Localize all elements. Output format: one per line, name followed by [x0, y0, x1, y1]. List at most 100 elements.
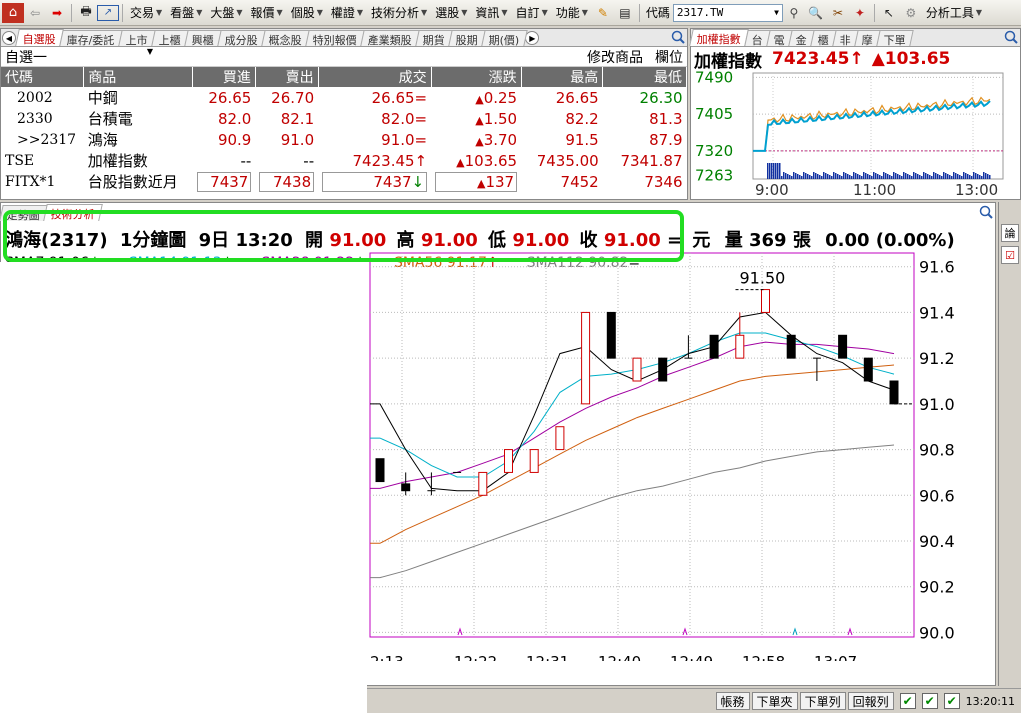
index-volume-bar	[831, 176, 833, 179]
tab-prev-icon[interactable]: ◀	[2, 31, 16, 45]
candle-body[interactable]	[375, 458, 385, 483]
pencil-icon[interactable]: ✎	[592, 2, 614, 24]
status-button-0[interactable]: 帳務	[715, 692, 750, 710]
tab-watchlist-2[interactable]: 上市	[118, 30, 156, 47]
status-button-1[interactable]: 下單夾	[751, 692, 798, 710]
cell-low: 81.3	[649, 109, 683, 128]
checklist-icon[interactable]: ☑	[1001, 246, 1019, 264]
column-header[interactable]: 最高	[521, 67, 604, 87]
zoom-icon[interactable]	[671, 30, 685, 47]
window-icon[interactable]: ↗	[97, 4, 119, 21]
menu-0[interactable]: 交易 ▼	[126, 2, 166, 24]
gear-icon[interactable]: ⚙	[900, 2, 922, 24]
candle-body[interactable]	[478, 471, 488, 496]
tab-watchlist-7[interactable]: 特別報價	[305, 30, 365, 47]
tab-index-7[interactable]: 下單	[876, 30, 914, 47]
columns-button[interactable]: 欄位	[655, 47, 683, 67]
candle-body[interactable]	[504, 449, 513, 473]
tab-chart-0[interactable]: 走勢圖	[0, 205, 48, 222]
column-header[interactable]: 買進	[192, 67, 256, 87]
candle-body[interactable]	[581, 311, 591, 405]
checkbox-3[interactable]: ✔	[943, 693, 960, 709]
candle-body[interactable]	[529, 449, 539, 473]
menu-8[interactable]: 資訊 ▼	[471, 2, 511, 24]
column-header[interactable]: 賣出	[255, 67, 319, 87]
cell-last: 7437↓	[373, 172, 425, 191]
tab-watchlist-6[interactable]: 概念股	[261, 30, 310, 47]
menu-7[interactable]: 選股 ▼	[431, 2, 471, 24]
menu-5[interactable]: 權證 ▼	[327, 2, 367, 24]
column-header[interactable]: 商品	[83, 67, 194, 87]
candle-body[interactable]	[761, 289, 770, 313]
index-volume-bar	[933, 172, 935, 179]
notepad-icon[interactable]: ▤	[614, 2, 636, 24]
index-volume-bar	[957, 174, 959, 179]
candle-body[interactable]	[658, 357, 668, 382]
chevron-down-icon: ▼	[236, 8, 243, 17]
back-icon[interactable]: ⇦	[24, 2, 46, 24]
table-row[interactable]: 2002 中鋼 26.65 26.70 26.65= ▲0.25 26.65 26.30	[1, 87, 687, 108]
candle-body[interactable]	[401, 483, 411, 492]
code-input[interactable]: 2317.TW ▼	[672, 3, 783, 22]
table-row[interactable]: >>2317 鴻海 90.9 91.0 91.0= ▲3.70 91.5 87.9	[1, 129, 687, 150]
status-button-3[interactable]: 回報列	[847, 692, 894, 710]
candle-body[interactable]	[606, 311, 616, 359]
tab-watchlist-11[interactable]: 期(價)	[481, 30, 528, 47]
status-button-2[interactable]: 下單列	[799, 692, 846, 710]
candle-body[interactable]	[786, 334, 796, 359]
tab-watchlist-4[interactable]: 興櫃	[184, 30, 222, 47]
home-icon[interactable]: ⌂	[2, 2, 24, 23]
checkbox-2[interactable]: ✔	[921, 693, 938, 709]
zoom-icon[interactable]	[979, 205, 993, 222]
tab-watchlist-9[interactable]: 期貨	[415, 30, 453, 47]
search-icon[interactable]: 🔍	[805, 2, 827, 24]
tab-watchlist-5[interactable]: 成分股	[217, 30, 266, 47]
menu-9[interactable]: 自訂 ▼	[512, 2, 552, 24]
chevron-down-icon: ▼	[541, 8, 548, 17]
candle-body[interactable]	[889, 380, 899, 405]
chevron-down-icon[interactable]: ▼	[774, 8, 779, 17]
candle-body[interactable]	[632, 357, 642, 382]
column-header[interactable]: 最低	[602, 67, 687, 87]
checkbox-1[interactable]: ✔	[899, 693, 916, 709]
binoculars-icon[interactable]: ⚲	[783, 2, 805, 24]
tools-icon[interactable]: ✂	[827, 2, 849, 24]
candle-body[interactable]	[555, 426, 565, 451]
group-select[interactable]: 自選一 ▼	[5, 47, 153, 67]
table-row[interactable]: 2330 台積電 82.0 82.1 82.0= ▲1.50 82.2 81.3	[1, 108, 687, 129]
cell-last: 7423.45↑	[352, 151, 428, 170]
tab-chart-1[interactable]: 技術分析	[43, 204, 103, 221]
column-header[interactable]: 漲跌	[431, 67, 522, 87]
column-header[interactable]: 代碼	[1, 67, 85, 87]
menu-6[interactable]: 技術分析 ▼	[367, 2, 431, 24]
tab-watchlist-0[interactable]: 自選股	[15, 29, 64, 46]
tab-watchlist-3[interactable]: 上櫃	[151, 30, 189, 47]
print-icon[interactable]: 🖶	[75, 2, 97, 24]
tab-watchlist-10[interactable]: 股期	[448, 30, 486, 47]
menu-10[interactable]: 功能 ▼	[552, 2, 592, 24]
column-header[interactable]: 成交	[318, 67, 432, 87]
table-row[interactable]: TSE 加權指數 -- -- 7423.45↑ ▲103.65 7435.00 7341.87	[1, 150, 687, 171]
note-icon[interactable]: 論	[1001, 224, 1019, 242]
cursor-icon[interactable]: ↖	[878, 2, 900, 24]
menu-3[interactable]: 報價 ▼	[247, 2, 287, 24]
zoom-icon[interactable]	[1004, 30, 1018, 47]
menu-1[interactable]: 看盤 ▼	[166, 2, 206, 24]
y-tick-label: 90.8	[919, 441, 955, 460]
index-x-tick: 13:00	[955, 181, 998, 197]
edit-items-button[interactable]: 修改商品	[587, 47, 643, 67]
tab-index-0[interactable]: 加權指數	[689, 29, 749, 46]
candle-body[interactable]	[863, 357, 873, 382]
tab-watchlist-1[interactable]: 庫存/委託	[59, 30, 123, 47]
menu-2[interactable]: 大盤 ▼	[206, 2, 246, 24]
candle-body[interactable]	[735, 334, 745, 359]
candle-body[interactable]	[709, 334, 719, 359]
analysis-tool-menu[interactable]: 分析工具 ▼	[922, 2, 986, 24]
menu-4[interactable]: 個股 ▼	[287, 2, 327, 24]
tab-watchlist-8[interactable]: 產業類股	[360, 30, 420, 47]
tab-next-icon[interactable]: ▶	[525, 31, 540, 45]
bookmark-icon[interactable]: ✦	[849, 2, 871, 24]
table-row[interactable]: FITX*1 台股指數近月 7437 7438 7437↓ ▲137 7452 7346	[1, 171, 687, 192]
candle-body[interactable]	[838, 334, 848, 359]
forward-icon[interactable]: ➡	[46, 2, 68, 24]
